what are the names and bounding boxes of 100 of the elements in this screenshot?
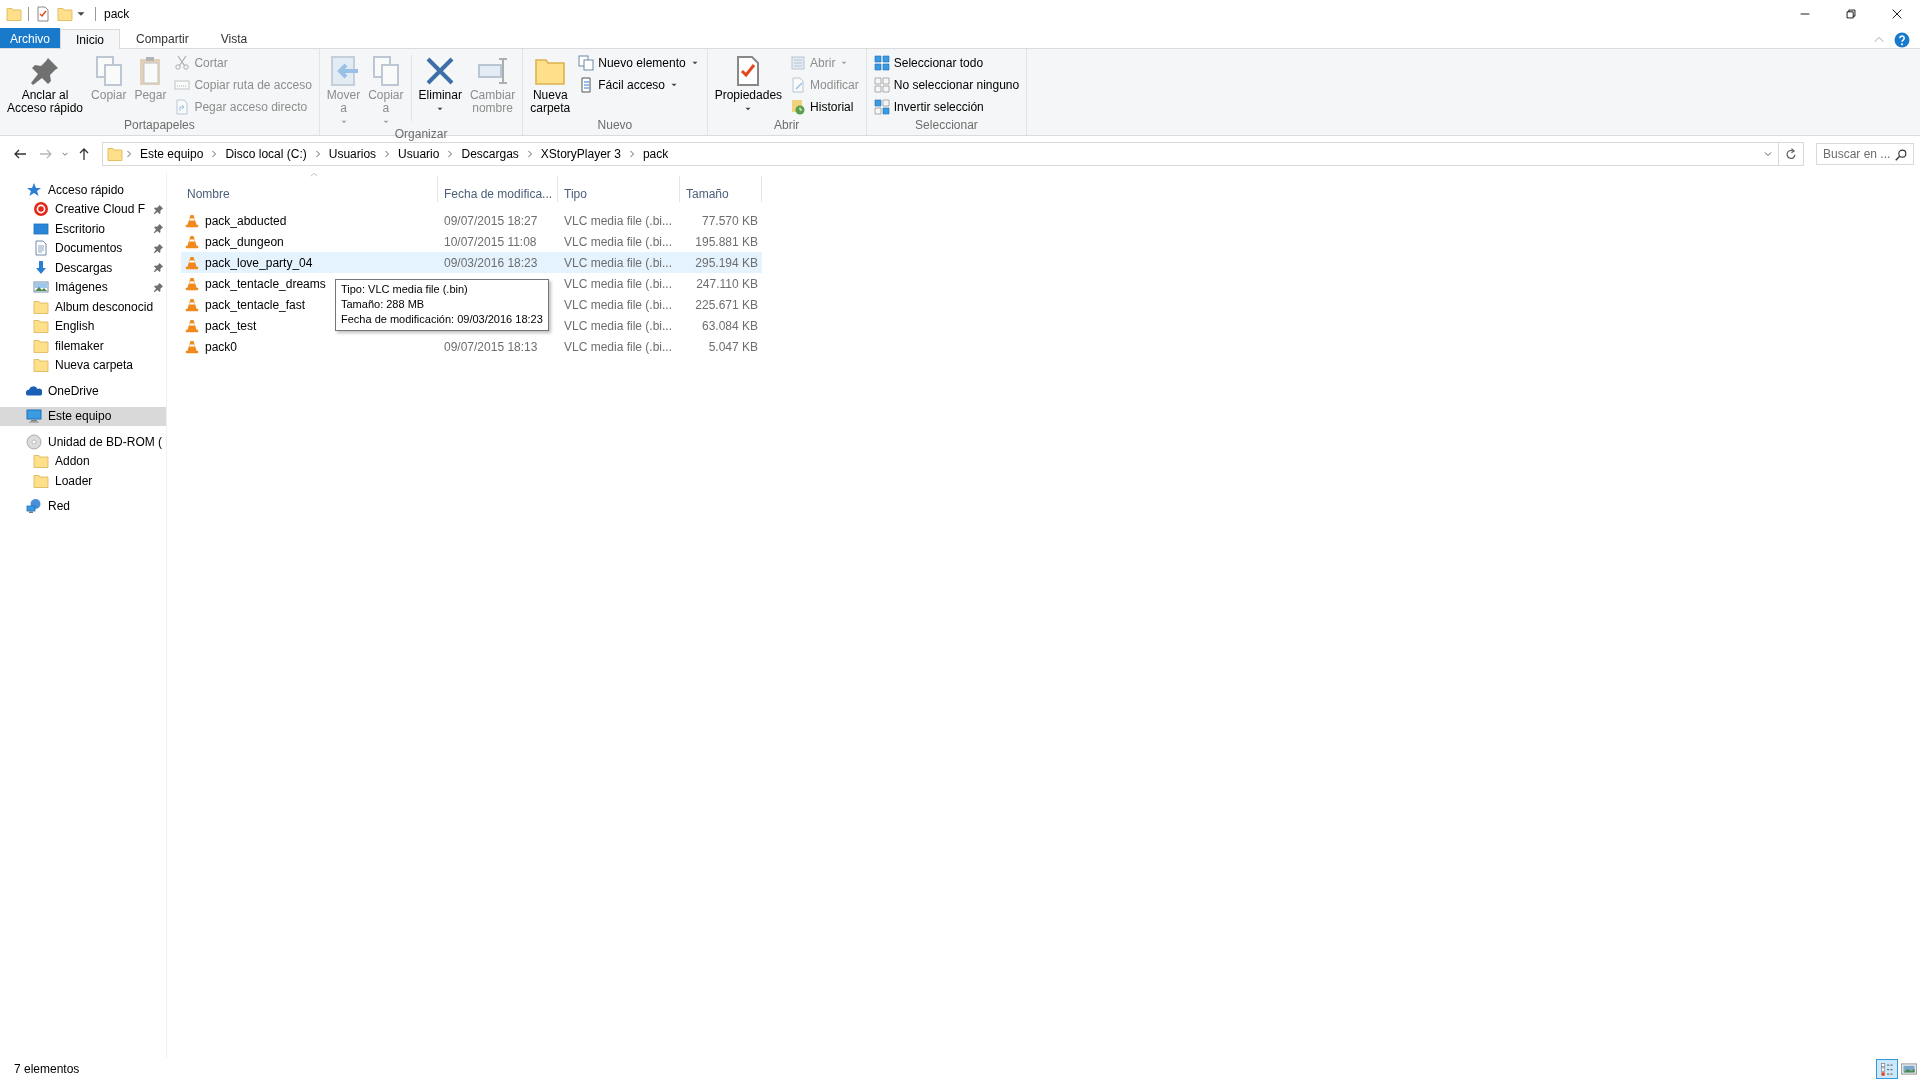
ribbon-button[interactable]: Fácil acceso — [575, 74, 703, 96]
search-field[interactable]: Buscar en ... — [1816, 143, 1914, 165]
size-cell-text: 225.671 KB — [694, 297, 759, 312]
nav-item[interactable]: Loader — [0, 471, 166, 491]
breadcrumb-link[interactable]: pack — [637, 144, 674, 164]
column-header[interactable]: Tipo — [558, 176, 680, 202]
file-row[interactable]: pack_love_party_04 09/03/2016 18:23 VLC media file (.bi... 295.194 KB — [181, 252, 762, 273]
type-cell-text: VLC media file (.bi... — [563, 255, 674, 270]
type-cell-text: VLC media file (.bi... — [563, 297, 674, 312]
history-icon — [790, 99, 807, 115]
ribbon-tab[interactable]: Vista — [204, 28, 264, 48]
date-cell-text: 09/03/2016 18:23 — [443, 255, 539, 270]
folder-icon — [6, 6, 22, 22]
file-tab[interactable]: Archivo — [0, 28, 60, 48]
open-icon — [790, 55, 807, 71]
breadcrumb-link[interactable]: Descargas — [456, 144, 524, 164]
properties-icon — [35, 6, 51, 22]
nav-item[interactable]: Addon — [0, 451, 166, 471]
traffic-cone-icon — [185, 234, 199, 249]
nav-item[interactable]: filemaker — [0, 336, 166, 356]
type-cell-text: VLC media file (.bi... — [563, 276, 674, 291]
close-icon — [1890, 7, 1904, 21]
tooltip-text: Fecha de modificación: 09/03/2016 18:23 — [341, 312, 543, 327]
ribbon-button[interactable]: Anclar al Acceso rápido — [4, 51, 87, 118]
breadcrumb-link[interactable]: Este equipo — [135, 144, 209, 164]
nav-item[interactable]: Acceso rápido — [0, 180, 166, 200]
ribbon-button[interactable]: Nueva carpeta — [527, 51, 574, 118]
ribbon-button[interactable]: Historial — [787, 96, 862, 118]
breadcrumb-link[interactable]: Disco local (C:) — [220, 144, 312, 164]
column-header[interactable]: Tamaño — [680, 176, 762, 202]
nav-item[interactable]: Documentos — [0, 238, 166, 258]
traffic-cone-icon — [185, 297, 199, 312]
disc-icon — [26, 433, 42, 450]
traffic-cone-icon — [185, 255, 199, 270]
nav-item[interactable]: Nueva carpeta — [0, 355, 166, 375]
nav-item[interactable]: Red — [0, 496, 166, 516]
ribbon-button[interactable]: Propiedades — [711, 51, 786, 118]
nav-item[interactable]: Album desconocid — [0, 297, 166, 317]
ribbon-tab[interactable]: Compartir — [120, 28, 205, 48]
select-none-icon — [873, 77, 890, 93]
edit-icon — [790, 77, 807, 93]
pin-icon — [153, 281, 164, 293]
nav-item[interactable]: Escritorio — [0, 219, 166, 239]
tooltip-text: Tipo: VLC media file (.bin) — [341, 282, 469, 297]
breadcrumb-link[interactable]: XStoryPlayer 3 — [535, 144, 626, 164]
pin-icon — [153, 262, 164, 274]
column-header[interactable]: Nombre — [181, 176, 438, 202]
restore-icon — [1844, 7, 1858, 21]
picture-icon — [33, 279, 49, 296]
breadcrumb-link[interactable]: Usuario — [393, 144, 445, 164]
ribbon-button[interactable]: Seleccionar todo — [870, 52, 1023, 74]
group-label: Seleccionar — [914, 118, 979, 134]
group-label: Organizar — [393, 127, 449, 143]
network-icon — [26, 498, 42, 515]
size-cell-text: 295.194 KB — [694, 255, 759, 270]
file-name: pack_tentacle_fast — [205, 297, 306, 312]
ribbon-button[interactable]: Eliminar — [415, 51, 465, 127]
size-cell-text: 195.881 KB — [694, 234, 759, 249]
ribbon-button[interactable]: No seleccionar ninguno — [870, 74, 1023, 96]
traffic-cone-icon — [185, 276, 199, 291]
nav-item[interactable]: Unidad de BD-ROM ( — [0, 432, 166, 452]
size-cell-text: 5.047 KB — [707, 339, 759, 354]
folder-icon — [33, 337, 49, 354]
column-header[interactable]: Fecha de modifica... — [438, 176, 558, 202]
folder-icon — [57, 6, 73, 22]
select-all-icon — [873, 55, 890, 71]
file-name: pack0 — [205, 339, 238, 354]
folder-icon — [107, 146, 123, 162]
nav-item[interactable]: OneDrive — [0, 381, 166, 401]
monitor-icon — [26, 408, 42, 425]
search-icon — [1894, 148, 1908, 162]
type-cell-text: VLC media file (.bi... — [563, 234, 674, 249]
address-field[interactable]: Este equipo Disco local (C:) Usuarios Usuario Descargas XStoryPlayer 3 pack — [102, 142, 1804, 166]
pin-icon — [153, 223, 164, 235]
date-cell-text: 09/07/2015 18:13 — [443, 339, 539, 354]
file-name: pack_love_party_04 — [205, 255, 313, 270]
nav-item[interactable]: Descargas — [0, 258, 166, 278]
ribbon-button[interactable]: Invertir selección — [870, 96, 1023, 118]
size-cell-text: 247.110 KB — [695, 276, 759, 291]
date-cell-text: 10/07/2015 11:08 — [443, 234, 538, 249]
breadcrumb-link[interactable]: Usuarios — [323, 144, 382, 164]
shortcut-icon — [174, 99, 191, 115]
file-name: pack_dungeon — [205, 234, 284, 249]
details-view-button[interactable] — [1876, 1059, 1898, 1079]
invert-selection-icon — [873, 99, 890, 115]
pin-icon — [29, 55, 61, 87]
group-label: Portapapeles — [123, 118, 196, 134]
nav-item[interactable]: Este equipo — [0, 406, 166, 426]
nav-item[interactable]: Imágenes — [0, 277, 166, 297]
ribbon-tab[interactable]: Inicio — [60, 29, 121, 49]
nav-item[interactable]: Creative Cloud F — [0, 199, 166, 219]
nav-item[interactable]: English — [0, 316, 166, 336]
type-cell-text: VLC media file (.bi... — [563, 318, 674, 333]
traffic-cone-icon — [185, 318, 199, 333]
size-cell-text: 63.084 KB — [700, 318, 759, 333]
type-cell-text: VLC media file (.bi... — [563, 339, 674, 354]
group-label: Abrir — [773, 118, 801, 134]
folder-icon — [33, 318, 49, 335]
ribbon-button[interactable]: Nuevo elemento — [575, 52, 703, 74]
file-name: pack_abducted — [205, 213, 287, 228]
